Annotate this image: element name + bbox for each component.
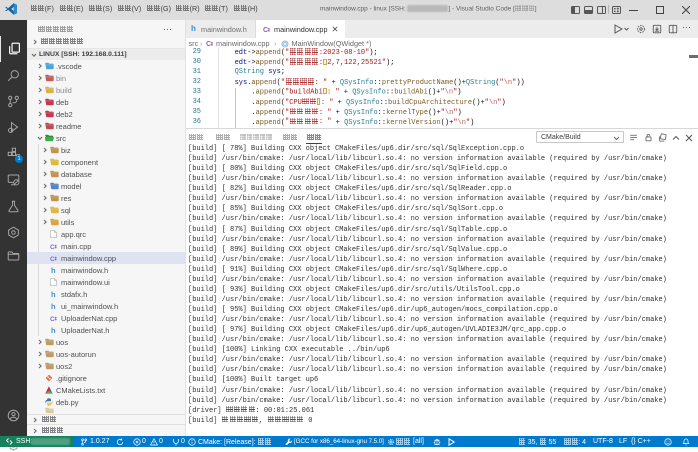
svg-text:C: C [50, 243, 55, 249]
svg-text:h: h [51, 290, 56, 298]
svg-text:C: C [50, 315, 55, 321]
svg-text:C: C [50, 255, 55, 261]
svg-text:h: h [51, 302, 56, 310]
svg-text:h: h [51, 266, 56, 274]
svg-text:h: h [51, 326, 56, 334]
